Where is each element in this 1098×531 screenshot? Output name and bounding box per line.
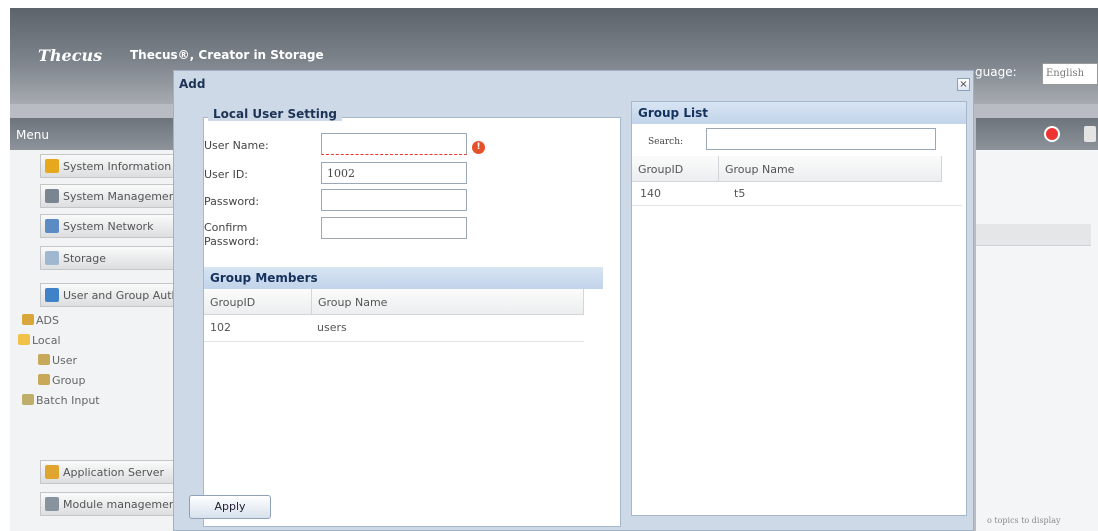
sidebar-item-label: System Information: [63, 160, 172, 173]
sidebar-item-application-server[interactable]: Application Server: [40, 460, 180, 484]
group-icon: [38, 374, 50, 385]
sidebar-item-label: Application Server: [63, 466, 165, 479]
group-list-col-groupname[interactable]: Group Name: [719, 156, 942, 182]
tree-item-label: Local: [32, 334, 61, 347]
group-members-cell-id: 102: [210, 321, 231, 334]
group-list-col-groupid[interactable]: GroupID: [632, 156, 719, 182]
thecus-logo: Thecus: [38, 46, 103, 65]
sidebar-item-user-group-auth[interactable]: User and Group Auth: [40, 283, 180, 307]
tools-icon: [45, 189, 59, 203]
error-icon: !: [472, 141, 485, 154]
language-select[interactable]: English: [1042, 63, 1098, 85]
ads-icon: [22, 314, 34, 325]
tree-item-ads[interactable]: ADS: [22, 314, 59, 327]
dialog-title: Add: [179, 77, 206, 91]
tree-item-label: Group: [52, 374, 86, 387]
group-members-row-divider: [204, 341, 584, 342]
group-list-cell-id: 140: [640, 187, 661, 200]
add-dialog: Add × Local User Setting User Name: ! Us…: [173, 70, 974, 531]
server-icon: [45, 465, 59, 479]
right-panel-toolbar: [976, 224, 1091, 246]
user-name-input[interactable]: [321, 133, 467, 155]
sidebar-item-system-information[interactable]: System Information: [40, 154, 180, 178]
password-label: Password:: [204, 195, 260, 208]
users-icon: [45, 288, 59, 302]
group-members-col-groupid[interactable]: GroupID: [204, 289, 312, 315]
right-panel: [976, 150, 1098, 531]
tree-item-label: User: [52, 354, 78, 367]
group-list-header: Group List: [632, 102, 966, 124]
menu-title: Menu: [10, 118, 180, 150]
group-search-input[interactable]: [706, 128, 936, 150]
language-label: guage:: [975, 65, 1017, 79]
confirm-password-label-line1: Confirm: [204, 221, 248, 234]
sidebar-item-label: User and Group Auth: [63, 289, 179, 302]
tree-item-user[interactable]: User: [38, 354, 77, 367]
sidebar-item-system-network[interactable]: System Network: [40, 214, 180, 238]
info-icon: [45, 159, 59, 173]
panel-toggle-button[interactable]: [1084, 126, 1096, 142]
apply-button[interactable]: Apply: [189, 495, 271, 519]
confirm-password-label-line2: Password:: [204, 235, 260, 248]
sidebar-item-label: System Network: [63, 220, 154, 233]
user-name-label: User Name:: [204, 139, 269, 152]
network-icon: [45, 219, 59, 233]
storage-icon: [45, 251, 59, 265]
local-user-setting-legend: Local User Setting: [208, 107, 343, 121]
group-members-header: Group Members: [204, 267, 603, 289]
sidebar-item-module-management[interactable]: Module management: [40, 492, 180, 516]
tree-item-local[interactable]: Local: [18, 334, 61, 347]
module-icon: [45, 497, 59, 511]
close-icon[interactable]: ×: [957, 78, 970, 91]
group-list-cell-name: t5: [734, 187, 746, 200]
search-label: Search:: [648, 137, 684, 147]
sidebar-item-storage[interactable]: Storage: [40, 246, 180, 270]
batch-icon: [22, 394, 34, 405]
no-topics-text: o topics to display: [987, 516, 1061, 525]
group-members-col-groupname[interactable]: Group Name: [312, 289, 584, 315]
app-tagline: Thecus®, Creator in Storage: [130, 48, 324, 62]
logout-icon[interactable]: [1044, 126, 1060, 142]
tree-item-group[interactable]: Group: [38, 374, 86, 387]
tree-item-batch-input[interactable]: Batch Input: [22, 394, 100, 407]
folder-icon: [18, 334, 30, 345]
sidebar-item-label: Module management: [63, 498, 180, 511]
confirm-password-input[interactable]: [321, 217, 467, 239]
sidebar-item-label: System Management: [63, 190, 180, 203]
group-list-row-divider: [632, 205, 962, 206]
sidebar-item-label: Storage: [63, 252, 107, 265]
tree-item-label: ADS: [36, 314, 59, 327]
tree-item-label: Batch Input: [36, 394, 100, 407]
user-id-input[interactable]: 1002: [321, 162, 467, 184]
right-panel-header: [976, 118, 1098, 150]
sidebar-item-system-management[interactable]: System Management: [40, 184, 180, 208]
user-icon: [38, 354, 50, 365]
group-members-cell-name: users: [317, 321, 347, 334]
password-input[interactable]: [321, 189, 467, 211]
user-id-label: User ID:: [204, 168, 248, 181]
